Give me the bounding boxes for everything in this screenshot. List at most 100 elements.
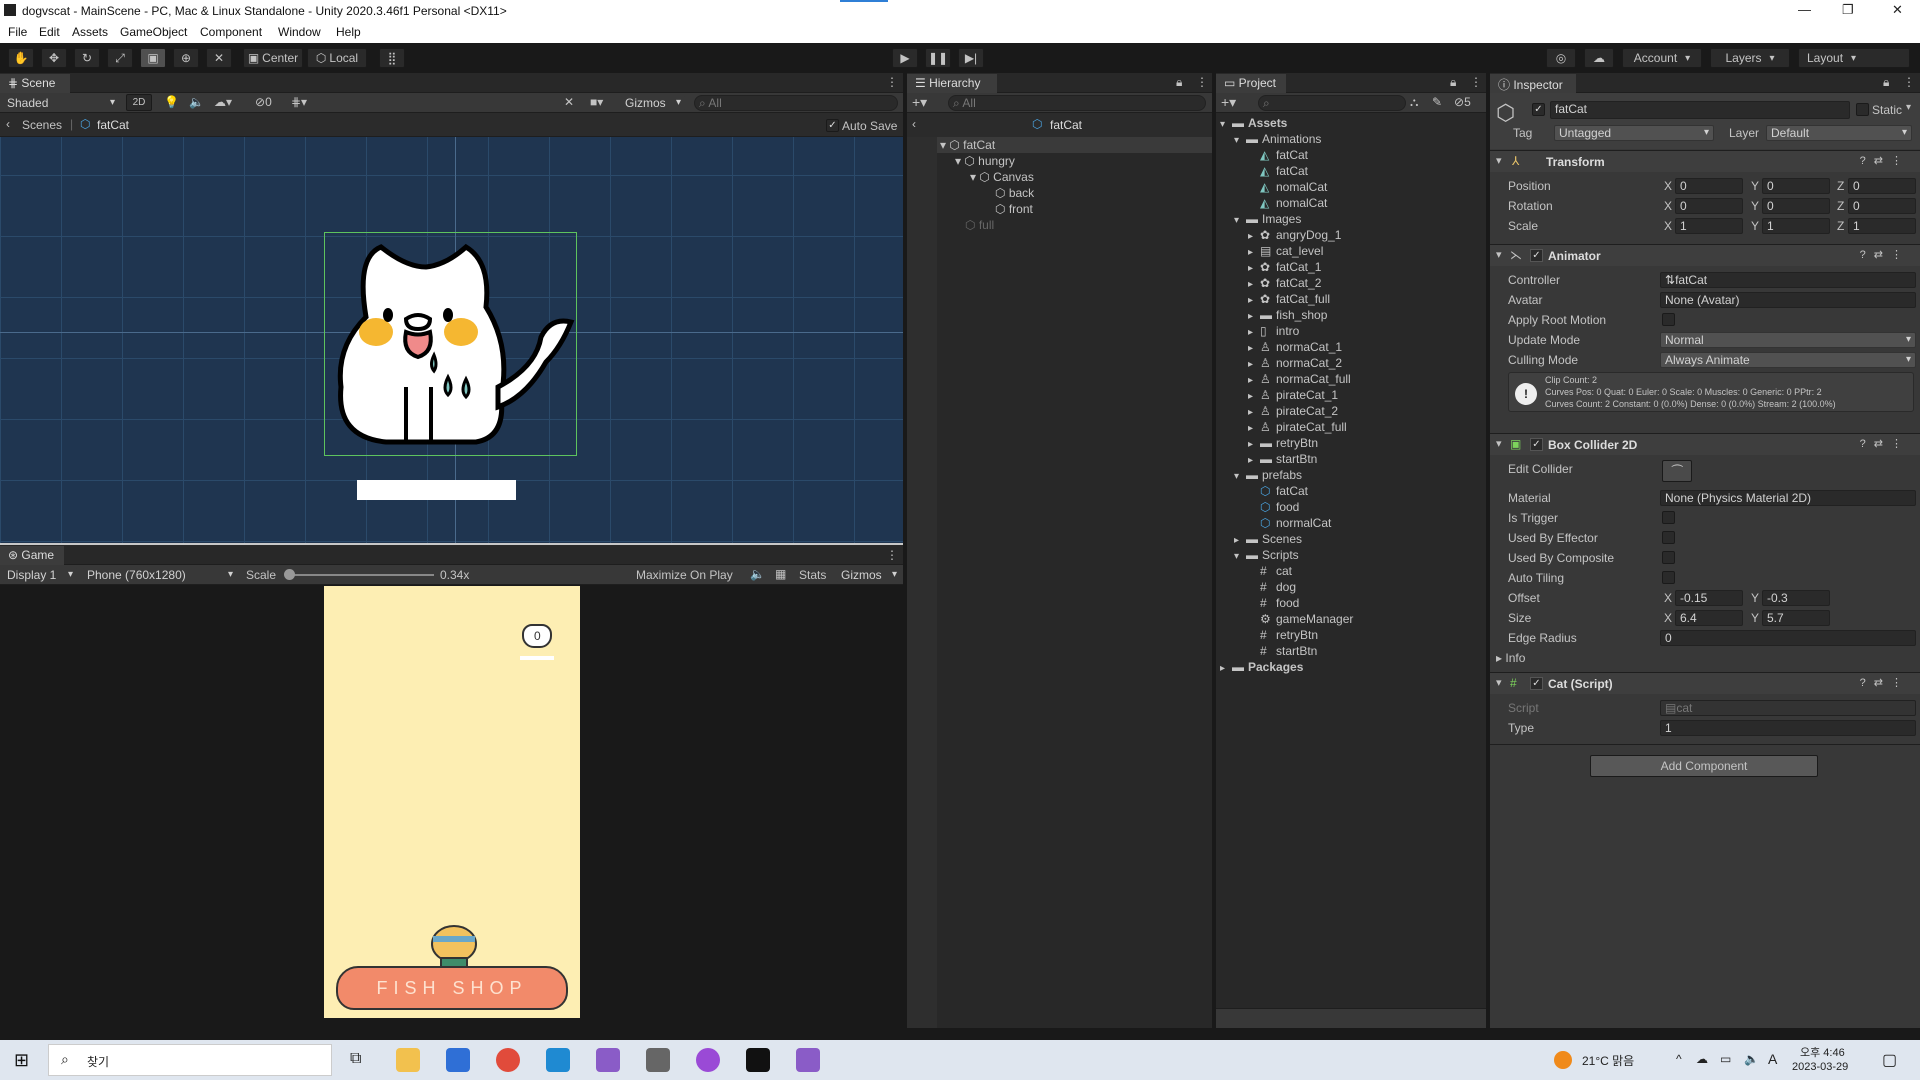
play-button[interactable]: ▶: [892, 48, 918, 68]
component-help-menu-icon[interactable]: ?⇄⋮: [1860, 437, 1910, 450]
hierarchy-back-icon[interactable]: ‹: [912, 117, 916, 131]
account-dropdown[interactable]: Account: [1622, 48, 1702, 68]
hierarchy-item-canvas[interactable]: ▾ ⬡ Canvas: [970, 170, 1034, 184]
task-view-icon[interactable]: ⧉: [350, 1050, 361, 1068]
stats-button[interactable]: Stats: [799, 568, 826, 582]
scene-search-input[interactable]: ⌕ All: [694, 95, 898, 111]
network-icon[interactable]: ▭: [1720, 1052, 1731, 1066]
pause-button[interactable]: ❚❚: [925, 48, 951, 68]
project-item[interactable]: ▸ ✿ angryDog_1: [1248, 228, 1341, 242]
scale-slider-thumb[interactable]: [284, 569, 295, 580]
layers-dropdown[interactable]: Layers: [1710, 48, 1790, 68]
pos-y-field[interactable]: 0: [1762, 178, 1830, 194]
tools-icon[interactable]: ✕: [564, 95, 574, 109]
expand-arrow-icon[interactable]: ▸: [1248, 375, 1260, 386]
game-gizmos-dropdown[interactable]: Gizmos: [836, 567, 902, 583]
hierarchy-item-fatcat[interactable]: ▾ ⬡ fatCat: [940, 138, 995, 152]
project-hidden-icon[interactable]: ⊘5: [1454, 95, 1471, 109]
project-item[interactable]: ▸ ♙ pirateCat_full: [1248, 420, 1347, 434]
project-item[interactable]: ◭ fatCat: [1248, 164, 1308, 178]
tag-dropdown[interactable]: Untagged: [1554, 125, 1714, 141]
project-item[interactable]: ▸ ▯ intro: [1248, 324, 1299, 338]
object-active-checkbox[interactable]: ✓: [1532, 103, 1545, 116]
display-dropdown[interactable]: Display 1: [2, 567, 78, 583]
move-tool-icon[interactable]: ✥: [41, 48, 67, 68]
used-by-composite-checkbox[interactable]: [1662, 551, 1675, 564]
tab-inspector[interactable]: ⓘ Inspector: [1490, 74, 1576, 93]
pivot-local-button[interactable]: ⬡ Local: [307, 48, 367, 68]
menu-assets[interactable]: Assets: [72, 25, 108, 39]
expand-arrow-icon[interactable]: ▸: [1248, 359, 1260, 370]
rot-z-field[interactable]: 0: [1848, 198, 1916, 214]
script-expand-icon[interactable]: ▾: [1496, 676, 1502, 689]
pivot-center-button[interactable]: ▣ Center: [243, 48, 303, 68]
weather-text[interactable]: 21°C 맑음: [1582, 1052, 1634, 1069]
scl-y-field[interactable]: 1: [1762, 218, 1830, 234]
hidden-objects-icon[interactable]: ⊘0: [255, 95, 272, 109]
animator-header[interactable]: ▾ ⋋ ✓ Animator ?⇄⋮: [1490, 244, 1920, 266]
hierarchy-menu-icon[interactable]: ⋮: [1196, 75, 1208, 89]
project-item[interactable]: # dog: [1248, 580, 1296, 594]
project-item[interactable]: ▸ ♙ normaCat_1: [1248, 340, 1342, 354]
transform-header[interactable]: ▾ ⅄ Transform ?⇄⋮: [1490, 150, 1920, 172]
expand-arrow-icon[interactable]: ▾: [1234, 551, 1246, 562]
box-collider-header[interactable]: ▾ ▣ ✓ Box Collider 2D ?⇄⋮: [1490, 433, 1920, 455]
add-component-button[interactable]: Add Component: [1590, 755, 1818, 777]
edge-radius-field[interactable]: 0: [1660, 630, 1916, 646]
maximize-icon[interactable]: ❐: [1842, 2, 1854, 18]
project-item[interactable]: # food: [1248, 596, 1299, 610]
material-field[interactable]: None (Physics Material 2D): [1660, 490, 1916, 506]
ime-indicator[interactable]: A: [1768, 1051, 1777, 1067]
project-item[interactable]: ⬡ normalCat: [1248, 516, 1331, 530]
expand-arrow-icon[interactable]: ▸: [1248, 231, 1260, 242]
minimize-icon[interactable]: —: [1798, 2, 1811, 17]
expand-arrow-icon[interactable]: ▸: [1220, 663, 1232, 674]
unity-editor-icon[interactable]: [746, 1048, 770, 1072]
menu-file[interactable]: File: [8, 25, 27, 39]
maximize-on-play[interactable]: Maximize On Play: [636, 568, 733, 582]
rot-y-field[interactable]: 0: [1762, 198, 1830, 214]
grid-snap-icon[interactable]: ⣿: [379, 48, 405, 68]
filter-type-icon[interactable]: ⛬: [1410, 95, 1418, 110]
culling-mode-dropdown[interactable]: Always Animate: [1660, 352, 1916, 368]
effects-icon[interactable]: ☁▾: [214, 95, 232, 109]
collab-icon[interactable]: ◎: [1546, 48, 1576, 68]
unity-hub-icon[interactable]: [646, 1048, 670, 1072]
lighting-icon[interactable]: 💡: [164, 95, 179, 109]
hierarchy-item-full[interactable]: ⬡ full: [965, 218, 994, 232]
expand-arrow-icon[interactable]: ▸: [1248, 327, 1260, 338]
project-item[interactable]: ⚙ gameManager: [1248, 612, 1353, 626]
project-item[interactable]: ▸ ▬ fish_shop: [1248, 308, 1327, 322]
visual-studio-2-icon[interactable]: [796, 1048, 820, 1072]
rect-tool-icon[interactable]: ▣: [140, 48, 166, 68]
vscode-icon[interactable]: [546, 1048, 570, 1072]
expand-arrow-icon[interactable]: ▸: [1248, 423, 1260, 434]
project-item[interactable]: ▾ ▬ Animations: [1234, 132, 1321, 146]
camera-icon[interactable]: ■▾: [590, 95, 603, 109]
type-field[interactable]: 1: [1660, 720, 1916, 736]
project-item[interactable]: ▸ ✿ fatCat_full: [1248, 292, 1330, 306]
hierarchy-item-hungry[interactable]: ▾ ⬡ hungry: [955, 154, 1015, 168]
project-item[interactable]: ⬡ fatCat: [1248, 484, 1308, 498]
project-item[interactable]: ▸ ♙ pirateCat_1: [1248, 388, 1338, 402]
pos-z-field[interactable]: 0: [1848, 178, 1916, 194]
expand-arrow-icon[interactable]: ▸: [1248, 247, 1260, 258]
size-x-field[interactable]: 6.4: [1675, 610, 1743, 626]
expand-arrow-icon[interactable]: ▾: [1234, 471, 1246, 482]
game-menu-icon[interactable]: ⋮: [886, 548, 898, 562]
filter-label-icon[interactable]: ✎: [1432, 95, 1442, 109]
transform-expand-icon[interactable]: ▾: [1496, 154, 1502, 167]
scl-x-field[interactable]: 1: [1675, 218, 1743, 234]
project-item[interactable]: ◭ nomalCat: [1248, 180, 1327, 194]
project-lock-icon[interactable]: 🔒︎: [1450, 75, 1456, 90]
tab-hierarchy[interactable]: ☰ Hierarchy: [907, 74, 997, 93]
project-menu-icon[interactable]: ⋮: [1470, 75, 1482, 89]
project-item[interactable]: ▸ ♙ pirateCat_2: [1248, 404, 1338, 418]
layer-dropdown[interactable]: Default: [1766, 125, 1912, 141]
expand-arrow-icon[interactable]: ▸: [1248, 311, 1260, 322]
hierarchy-search-input[interactable]: ⌕ All: [948, 95, 1206, 111]
component-help-menu-icon[interactable]: ?⇄⋮: [1860, 676, 1910, 689]
volume-icon[interactable]: 🔈: [1744, 1052, 1759, 1066]
rot-x-field[interactable]: 0: [1675, 198, 1743, 214]
expand-arrow-icon[interactable]: ▸: [1248, 343, 1260, 354]
